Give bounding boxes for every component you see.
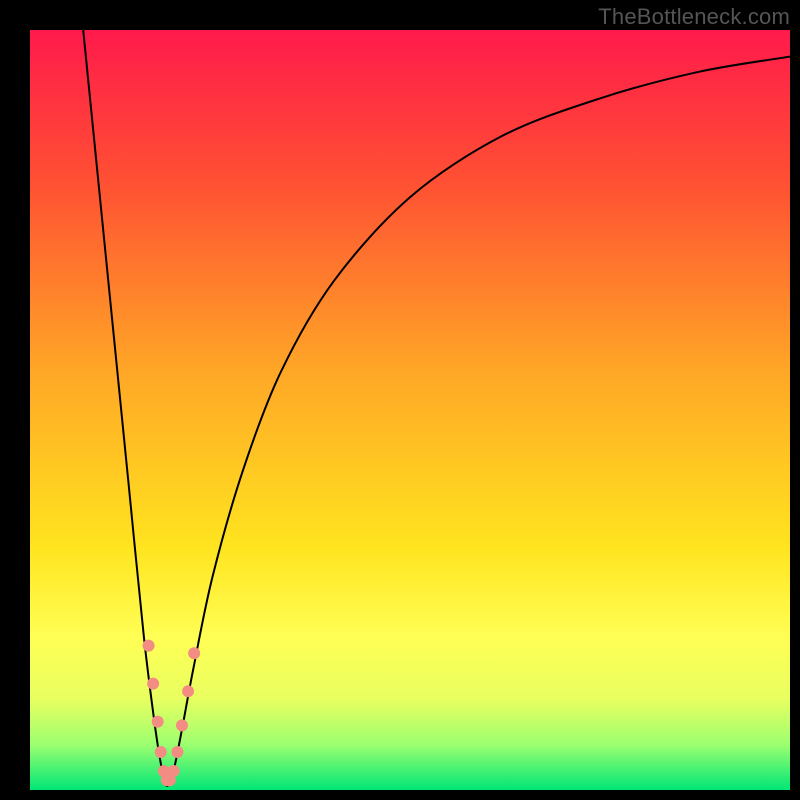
data-marker — [176, 719, 188, 731]
plot-background — [30, 30, 790, 790]
data-marker — [171, 746, 183, 758]
data-marker — [155, 746, 167, 758]
data-marker — [168, 765, 180, 777]
data-marker — [182, 685, 194, 697]
data-marker — [147, 678, 159, 690]
data-marker — [188, 647, 200, 659]
watermark-text: TheBottleneck.com — [598, 4, 790, 30]
data-marker — [143, 640, 155, 652]
chart-svg — [0, 0, 800, 800]
chart-frame: { "watermark": "TheBottleneck.com", "cha… — [0, 0, 800, 800]
data-marker — [152, 716, 164, 728]
